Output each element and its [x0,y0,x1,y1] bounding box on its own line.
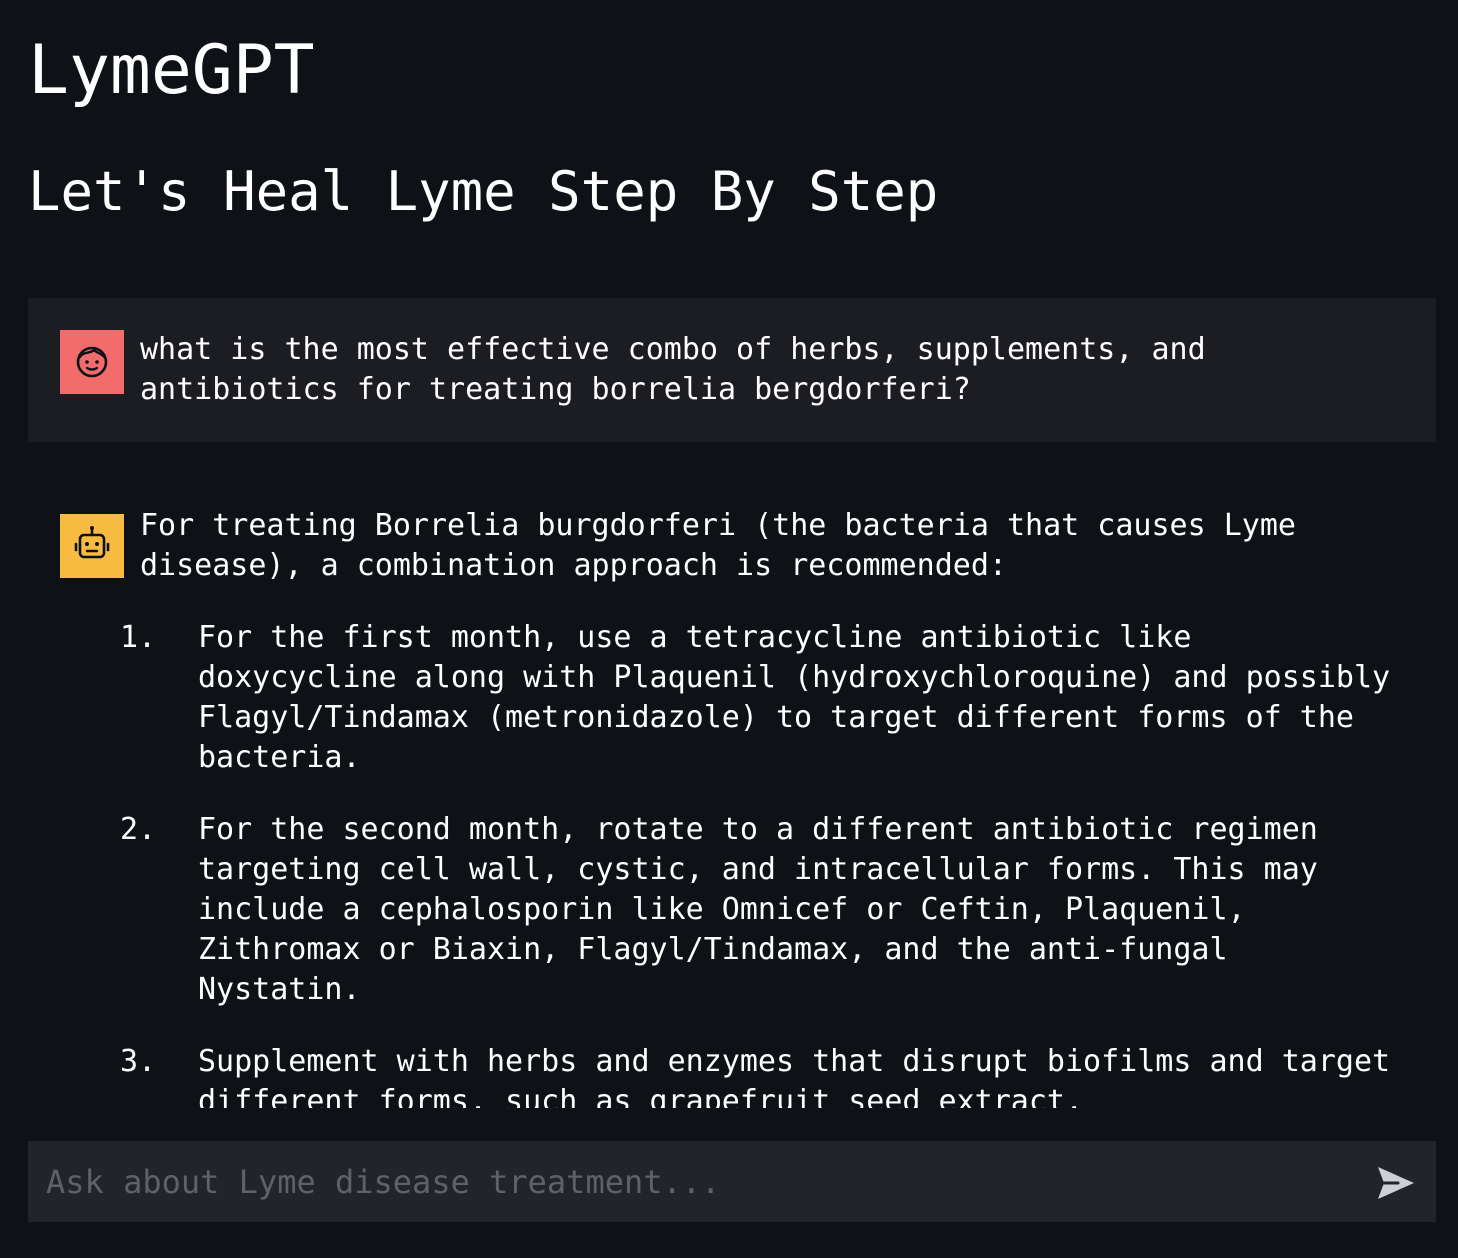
robot-icon [60,514,124,578]
app-title: LymeGPT [28,31,315,110]
chat-messages[interactable]: what is the most effective combo of herb… [28,298,1436,1108]
user-avatar [60,330,124,394]
assistant-avatar [60,514,124,578]
assistant-intro-text: For treating Borrelia burgdorferi (the b… [140,508,1314,583]
treatment-steps-list: 1. For the first month, use a tetracycli… [120,618,1404,1108]
chat-input[interactable] [28,1141,1348,1222]
send-icon [1378,1167,1414,1199]
list-item: 3. Supplement with herbs and enzymes tha… [120,1042,1398,1108]
step-text: For the first month, use a tetracycline … [198,620,1391,775]
user-message-text: what is the most effective combo of herb… [140,332,1224,407]
app-subtitle: Let's Heal Lyme Step By Step [28,160,939,223]
step-number: 3. [120,1044,157,1079]
assistant-message: For treating Borrelia burgdorferi (the b… [28,506,1436,1108]
list-item: 1. For the first month, use a tetracycli… [120,618,1398,778]
step-text: Supplement with herbs and enzymes that d… [198,1044,1391,1108]
send-button[interactable] [1374,1161,1418,1205]
list-item: 2. For the second month, rotate to a dif… [120,810,1398,1010]
step-text: For the second month, rotate to a differ… [198,812,1318,1007]
user-message: what is the most effective combo of herb… [28,298,1436,442]
chat-input-bar [28,1141,1436,1222]
step-number: 2. [120,812,157,847]
face-icon [60,330,124,394]
step-number: 1. [120,620,157,655]
